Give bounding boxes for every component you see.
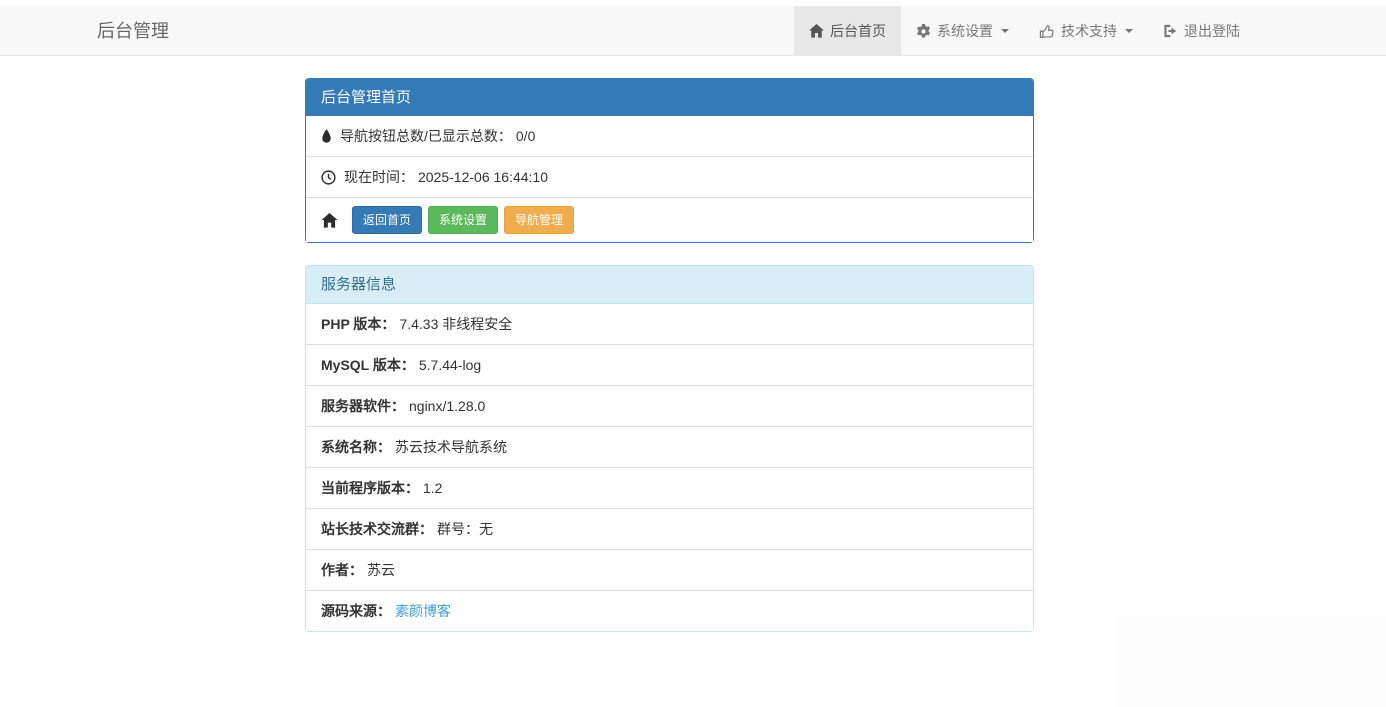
row-value: 1.2	[423, 480, 443, 496]
program-version-row: 当前程序版本： 1.2	[306, 467, 1033, 508]
row-value: 群号：无	[437, 521, 493, 537]
gear-icon	[916, 23, 931, 39]
nav-item-label: 系统设置	[937, 23, 993, 39]
navbar-brand: 后台管理	[97, 21, 169, 41]
main-content: 后台管理首页 导航按钮总数/已显示总数： 0/0 现在时间： 2025-12-0…	[305, 78, 1034, 654]
dashboard-panel: 后台管理首页 导航按钮总数/已显示总数： 0/0 现在时间： 2025-12-0…	[305, 78, 1034, 243]
row-label: 服务器软件：	[321, 398, 405, 414]
top-navbar: 后台管理 后台首页 系统设置 技术支持 退出登陆	[0, 6, 1386, 56]
source-row: 源码来源： 素颜博客	[306, 590, 1033, 631]
nav-item-logout[interactable]: 退出登陆	[1148, 6, 1255, 56]
current-time-label: 现在时间：	[344, 169, 414, 185]
php-version-row: PHP 版本： 7.4.33 非线程安全	[306, 304, 1033, 344]
row-label: 源码来源：	[321, 603, 391, 619]
sign-out-icon	[1163, 24, 1178, 38]
row-label: PHP 版本：	[321, 316, 396, 332]
nav-manage-button[interactable]: 导航管理	[504, 206, 575, 234]
thumbs-up-icon	[1039, 24, 1055, 39]
navbar-menu: 后台首页 系统设置 技术支持 退出登陆	[794, 6, 1255, 56]
system-settings-button[interactable]: 系统设置	[428, 206, 499, 234]
server-software-row: 服务器软件： nginx/1.28.0	[306, 385, 1033, 426]
nav-item-label: 后台首页	[830, 23, 886, 39]
back-home-button[interactable]: 返回首页	[352, 206, 423, 234]
row-value: 苏云技术导航系统	[395, 439, 507, 455]
nav-count-row: 导航按钮总数/已显示总数： 0/0	[306, 116, 1033, 156]
row-value: 5.7.44-log	[418, 357, 482, 373]
row-value: nginx/1.28.0	[409, 398, 486, 414]
nav-item-dashboard[interactable]: 后台首页	[794, 6, 901, 56]
chevron-down-icon	[1001, 29, 1009, 33]
nav-item-label: 退出登陆	[1184, 23, 1240, 39]
qq-group-row: 站长技术交流群： 群号：无	[306, 508, 1033, 549]
author-row: 作者： 苏云	[306, 549, 1033, 590]
home-icon	[809, 24, 824, 38]
nav-item-label: 技术支持	[1061, 23, 1117, 39]
current-time-value: 2025-12-06 16:44:10	[418, 169, 548, 185]
row-label: 站长技术交流群：	[321, 521, 433, 537]
server-info-panel: 服务器信息 PHP 版本： 7.4.33 非线程安全 MySQL 版本： 5.7…	[305, 265, 1034, 632]
row-label: MySQL 版本：	[321, 357, 415, 373]
row-label: 系统名称：	[321, 439, 391, 455]
home-icon	[321, 212, 338, 228]
nav-item-tech-support[interactable]: 技术支持	[1024, 6, 1148, 56]
clock-icon	[321, 169, 336, 185]
chevron-down-icon	[1125, 29, 1133, 33]
server-info-title: 服务器信息	[306, 266, 1033, 304]
quick-links-row: 返回首页 系统设置 导航管理	[306, 197, 1033, 242]
row-value: 苏云	[367, 562, 395, 578]
system-name-row: 系统名称： 苏云技术导航系统	[306, 426, 1033, 467]
nav-count-value: 0/0	[515, 128, 536, 144]
row-label: 当前程序版本：	[321, 480, 419, 496]
nav-item-system-settings[interactable]: 系统设置	[901, 6, 1024, 56]
source-link[interactable]: 素颜博客	[395, 601, 451, 621]
mysql-version-row: MySQL 版本： 5.7.44-log	[306, 344, 1033, 385]
dashboard-panel-title: 后台管理首页	[306, 79, 1033, 116]
row-label: 作者：	[321, 562, 363, 578]
current-time-row: 现在时间： 2025-12-06 16:44:10	[306, 156, 1033, 197]
row-value: 7.4.33 非线程安全	[399, 316, 513, 332]
droplet-icon	[321, 128, 332, 144]
corner-shade	[1117, 615, 1386, 707]
nav-count-label: 导航按钮总数/已显示总数：	[340, 128, 512, 144]
